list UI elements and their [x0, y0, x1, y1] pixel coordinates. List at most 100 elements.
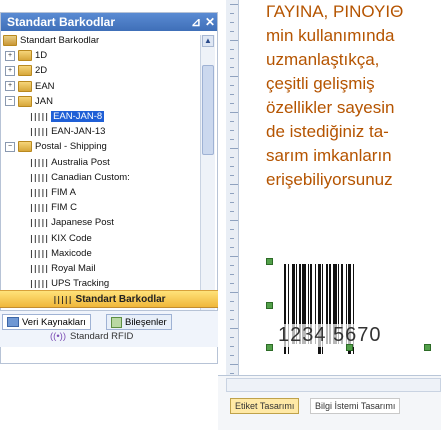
tab-components[interactable]: Bileşenler — [106, 314, 172, 330]
text-line: ΓΑΥΙΝΑ, ΡΙΝΟΥΙΘ — [266, 2, 404, 21]
ruler-tick — [230, 256, 238, 257]
tree-node[interactable]: ||||| EAN-JAN-8 — [29, 111, 105, 122]
tree-node[interactable]: + EAN — [5, 80, 55, 92]
ruler-tick — [230, 4, 238, 5]
resize-handle[interactable] — [266, 258, 273, 265]
ruler-tick — [230, 202, 234, 203]
ruler-tick — [230, 31, 234, 32]
scroll-thumb[interactable] — [202, 65, 214, 155]
tree-node-label: FIM C — [51, 202, 77, 214]
text-object[interactable]: ΓΑΥΙΝΑ, ΡΙΝΟΥΙΘ min kullanımında uzmanlaşt… — [266, 0, 441, 192]
ruler-tick — [230, 166, 234, 167]
ruler-tick — [230, 58, 234, 59]
tree-node-label: EAN-JAN-13 — [51, 126, 106, 138]
expand-icon[interactable]: + — [5, 65, 15, 76]
ruler-tick — [230, 301, 234, 302]
standard-barcodes-section-button[interactable]: ||||| Standart Barkodlar — [0, 290, 218, 308]
ruler-tick — [230, 337, 234, 338]
tree-node-label: Postal - Shipping — [35, 141, 107, 153]
collapse-icon[interactable]: − — [5, 141, 15, 152]
text-line: çeşitli gelişmiş — [266, 74, 375, 93]
ruler-tick — [230, 139, 234, 140]
tree-node[interactable]: − Postal - Shipping — [5, 141, 107, 153]
text-line: özellikler sayesin — [266, 98, 395, 117]
ruler-tick — [230, 346, 234, 347]
tree-node[interactable]: ||||| FIM C — [29, 202, 77, 213]
scroll-up-arrow-icon[interactable]: ▲ — [202, 35, 214, 47]
folder-icon — [18, 95, 32, 107]
tree-node[interactable]: ||||| Canadian Custom: — [29, 172, 130, 183]
tree-node-label: Standart Barkodlar — [20, 35, 100, 46]
text-line: sarım imkanların — [266, 146, 392, 165]
resize-handle[interactable] — [266, 302, 273, 309]
ruler-tick — [230, 94, 234, 95]
text-line: uzmanlaştıkça, — [266, 50, 380, 69]
ruler-tick — [230, 292, 238, 293]
tree-node-label: EAN-JAN-8 — [51, 111, 105, 122]
ruler-tick — [230, 247, 234, 248]
tree-node[interactable]: ||||| UPS Tracking — [29, 278, 109, 289]
tree-node-label: JAN — [35, 95, 53, 107]
ruler-tick — [230, 274, 234, 275]
tab-prompt-design[interactable]: Bilgi İstemi Tasarımı — [310, 398, 401, 414]
barcode-icon: ||||| — [29, 218, 49, 228]
ruler-tick — [230, 130, 234, 131]
ruler-tick — [230, 193, 234, 194]
ruler-tick — [230, 49, 234, 50]
ruler-tick — [230, 22, 234, 23]
vertical-scrollbar[interactable]: ▲ ▼ — [200, 35, 215, 329]
tree-node[interactable]: +1D — [5, 50, 47, 62]
label-design-area[interactable]: ΓΑΥΙΝΑ, ΡΙΝΟΥΙΘ min kullanımında uzmanlaşt… — [218, 0, 441, 430]
barcode-icon: ||||| — [29, 127, 49, 137]
ruler-tick — [230, 283, 234, 284]
text-line: erişebiliyorsunuz — [266, 170, 393, 189]
close-icon[interactable]: ✕ — [203, 15, 217, 29]
ruler-tick — [230, 112, 238, 113]
ruler-tick — [230, 310, 234, 311]
tree-node[interactable]: − JAN — [5, 95, 53, 107]
design-horizontal-scrollbar[interactable] — [226, 378, 441, 392]
tree-node[interactable]: ||||| Royal Mail — [29, 263, 95, 274]
section-label: Standart Barkodlar — [75, 293, 166, 305]
tree-node-label: UPS Tracking — [51, 278, 110, 290]
tab-data-sources-label: Veri Kaynakları — [22, 316, 86, 328]
ruler-tick — [230, 220, 238, 221]
resize-handle[interactable] — [266, 344, 273, 351]
standard-rfid-item[interactable]: ((•)) Standard RFID — [50, 331, 133, 342]
pin-icon[interactable]: ⊿ — [189, 15, 203, 29]
folder-icon — [18, 50, 32, 62]
ruler-tick — [230, 211, 234, 212]
tree-node[interactable]: ||||| Maxicode — [29, 248, 92, 259]
tree-node[interactable]: ||||| EAN-JAN-13 — [29, 126, 105, 137]
panel-title-bar: Standart Barkodlar ⊿ ✕ — [1, 13, 217, 31]
resize-handle[interactable] — [346, 344, 353, 351]
barcode-icon: ||||| — [52, 294, 72, 304]
barcode-digits: 1234 5670 — [278, 324, 382, 347]
tree-node[interactable]: ||||| Australia Post — [29, 157, 110, 168]
folder-icon — [18, 80, 32, 92]
tree-node[interactable]: Standart Barkodlar — [3, 35, 99, 46]
tab-data-sources[interactable]: Veri Kaynakları — [2, 314, 91, 330]
tab-label-design[interactable]: Etiket Tasarımı — [230, 398, 300, 414]
tree-node-label: Maxicode — [51, 247, 92, 259]
ruler-tick — [230, 175, 234, 176]
tree-node[interactable]: ||||| Japanese Post — [29, 217, 114, 228]
ruler-tick — [230, 238, 234, 239]
ruler-tick — [230, 319, 234, 320]
collapse-icon[interactable]: − — [5, 96, 15, 107]
ruler-tick — [230, 103, 234, 104]
tree-node-label: Canadian Custom: — [51, 171, 130, 183]
tree-node[interactable]: +2D — [5, 65, 47, 77]
expand-icon[interactable]: + — [5, 50, 15, 61]
tree-node-label: Japanese Post — [51, 217, 114, 229]
panel-title: Standart Barkodlar — [7, 15, 116, 29]
ruler-tick — [230, 373, 234, 374]
barcode-icon: ||||| — [29, 233, 49, 243]
resize-handle[interactable] — [424, 344, 431, 351]
folder-icon — [18, 65, 32, 77]
barcode-object[interactable]: 1234 5670 — [266, 258, 431, 368]
tree-node[interactable]: ||||| FIM A — [29, 187, 76, 198]
expand-icon[interactable]: + — [5, 81, 15, 92]
tree-node[interactable]: ||||| KIX Code — [29, 233, 92, 244]
barcode-icon: ||||| — [29, 172, 49, 182]
